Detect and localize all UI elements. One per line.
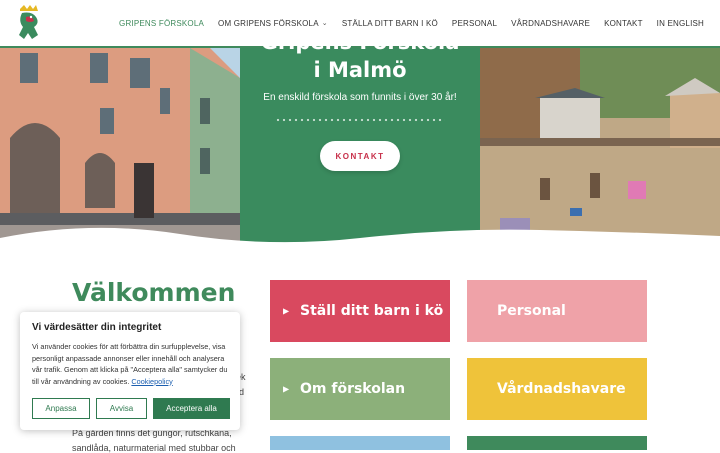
cookie-buttons: Anpassa Avvisa Acceptera alla: [32, 398, 230, 419]
reject-button[interactable]: Avvisa: [96, 398, 147, 419]
nav-label: GRIPENS FÖRSKOLA: [119, 18, 205, 28]
cookie-text: Vi använder cookies för att förbättra di…: [32, 341, 228, 387]
nav-label: VÅRDNADSHAVARE: [511, 18, 591, 28]
nav-item-contact[interactable]: KONTAKT: [604, 19, 643, 28]
dot-divider: [275, 118, 445, 122]
nav-item-guardians[interactable]: VÅRDNADSHAVARE: [511, 19, 590, 28]
nav-item-english[interactable]: IN ENGLISH: [657, 19, 704, 28]
cookie-title: Vi värdesätter din integritet: [32, 322, 162, 333]
welcome-title: Välkommen: [72, 278, 236, 307]
nav-item-queue[interactable]: STÄLLA DITT BARN I KÖ: [342, 19, 438, 28]
nav-label: OM GRIPENS FÖRSKOLA: [218, 18, 319, 28]
cookie-policy-link[interactable]: Cookiepolicy: [131, 377, 172, 386]
tile-about[interactable]: ▶ Om förskolan: [270, 358, 450, 420]
nav-item-staff[interactable]: PERSONAL: [452, 19, 497, 28]
cookie-banner: Vi värdesätter din integritet Vi använde…: [20, 312, 240, 430]
arrow-right-icon: ▶: [283, 306, 290, 316]
nav-label: PERSONAL: [451, 18, 498, 28]
nav-label: KONTAKT: [604, 18, 643, 28]
hero-subtitle: En enskild förskola som funnits i över 3…: [263, 92, 457, 103]
hero-title-line1: Gripens Förskola: [260, 30, 460, 54]
cookie-description: Vi använder cookies för att förbättra di…: [32, 342, 228, 386]
tile-partial[interactable]: [270, 436, 450, 450]
hero-title-line2: i Malmö: [313, 58, 407, 82]
accept-all-button[interactable]: Acceptera alla: [153, 398, 230, 419]
tile-label: Ställ ditt barn i kö: [300, 303, 444, 319]
tile-staff[interactable]: Personal: [467, 280, 647, 342]
customize-button[interactable]: Anpassa: [32, 398, 90, 419]
nav-item-home[interactable]: GRIPENS FÖRSKOLA: [119, 19, 204, 28]
tile-label: Personal: [497, 303, 566, 319]
nav-item-about[interactable]: OM GRIPENS FÖRSKOLA ⌄: [218, 19, 328, 28]
hero-title: Gripens Förskola i Malmö: [240, 28, 480, 84]
body-text-line: sandlåda, naturmaterial med stubbar och: [72, 443, 236, 453]
arrow-right-icon: ▶: [283, 384, 290, 394]
chevron-down-icon: ⌄: [321, 20, 328, 27]
tile-label: Om förskolan: [300, 381, 406, 397]
tile-label: Vårdnadshavare: [497, 381, 626, 397]
griffin-logo-icon[interactable]: [14, 5, 44, 41]
tile-partial[interactable]: [467, 436, 647, 450]
nav-label: IN ENGLISH: [656, 18, 704, 28]
nav-label: STÄLLA DITT BARN I KÖ: [341, 18, 438, 28]
contact-button[interactable]: KONTAKT: [320, 141, 400, 171]
tile-queue[interactable]: ▶ Ställ ditt barn i kö: [270, 280, 450, 342]
tile-guardians[interactable]: Vårdnadshavare: [467, 358, 647, 420]
hero-wave: [0, 227, 720, 248]
